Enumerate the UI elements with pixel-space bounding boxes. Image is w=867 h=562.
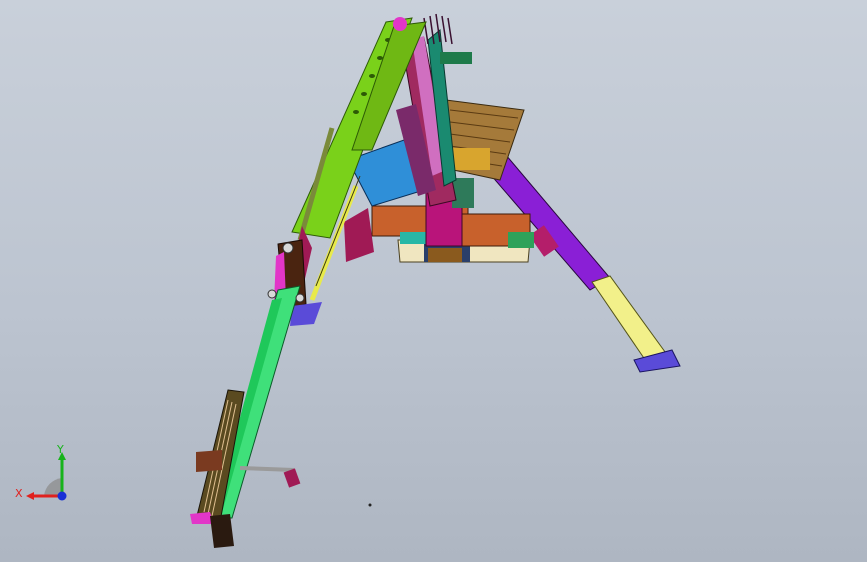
orientation-triad[interactable]: Y X [14, 440, 78, 510]
cad-viewport[interactable]: Y X [0, 0, 867, 562]
triad-axes [26, 452, 67, 501]
excavator-3d-model[interactable] [0, 0, 867, 562]
z-axis-dot [57, 491, 67, 501]
stray-point [368, 503, 372, 507]
y-axis-label: Y [57, 443, 64, 456]
x-axis-arrow [26, 492, 34, 500]
x-axis-label: X [15, 487, 23, 500]
